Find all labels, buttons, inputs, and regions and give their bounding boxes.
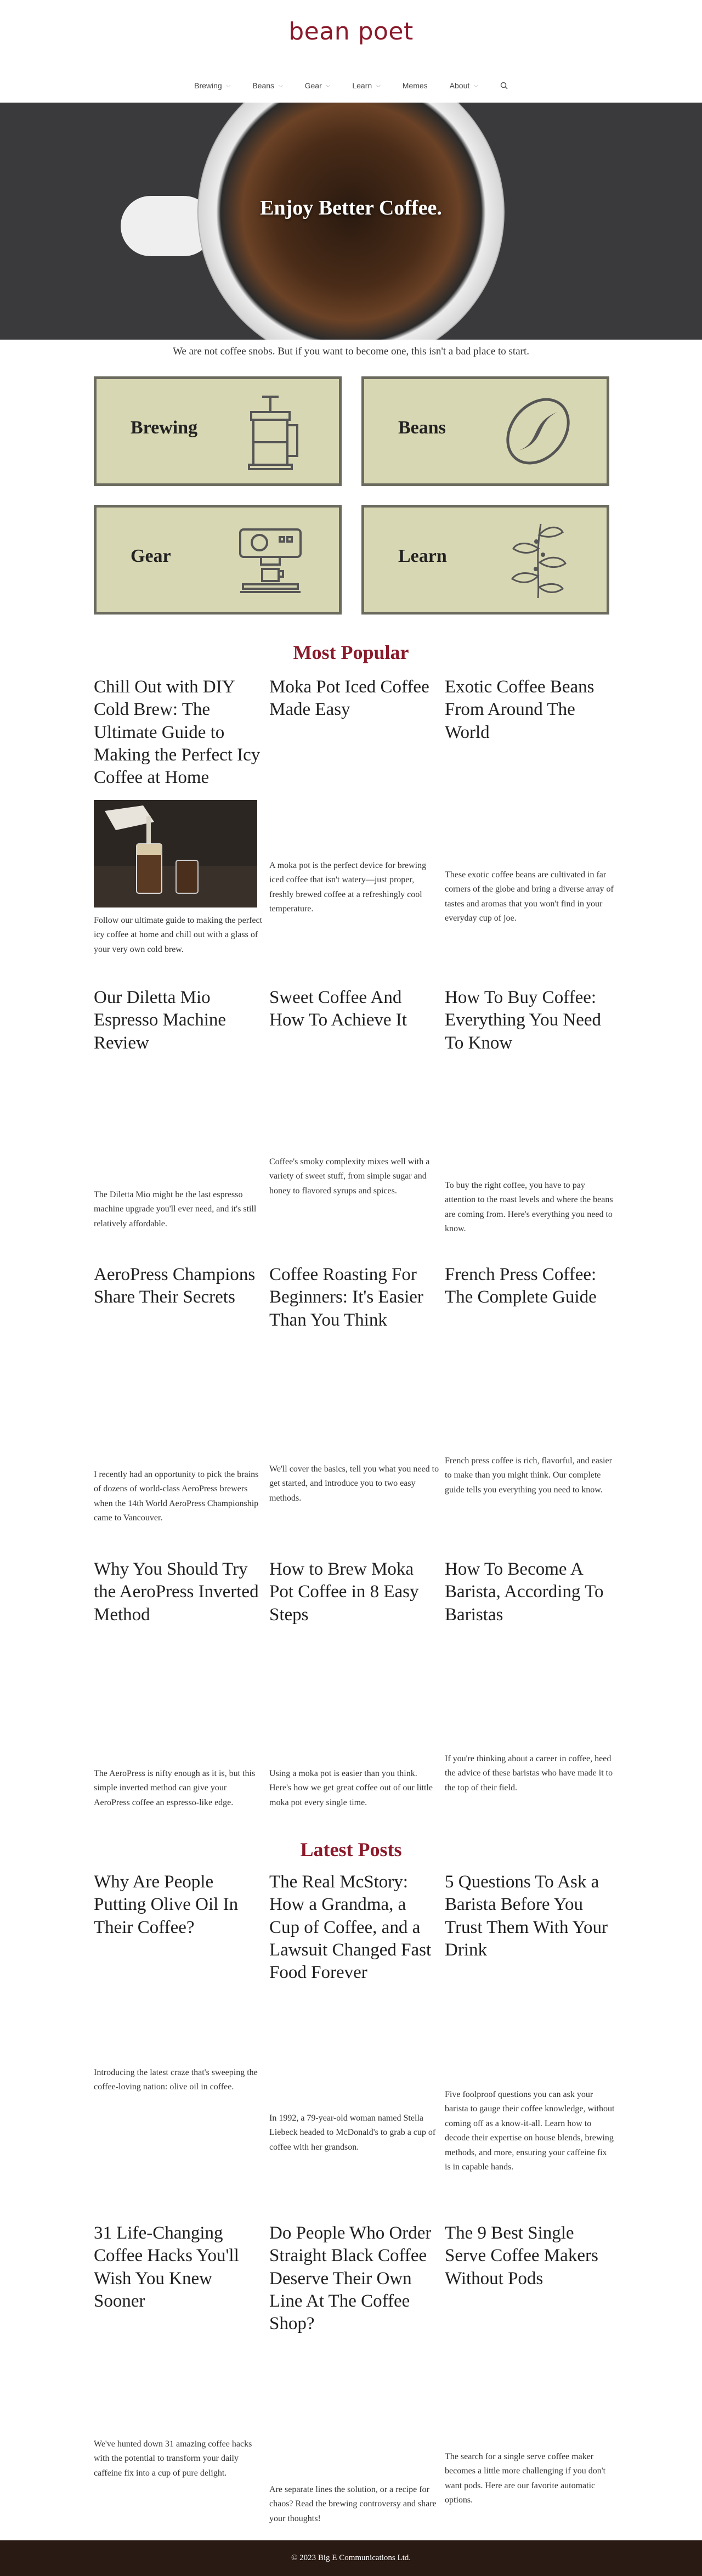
chevron-down-icon: ⌵	[376, 82, 381, 89]
post-title-link[interactable]: French Press Coffee: The Complete Guide	[445, 1264, 615, 1309]
post-card: Coffee Roasting For Beginners: It's Easi…	[269, 1264, 439, 1332]
section-title-most-popular: Most Popular	[293, 641, 409, 663]
post-title-link[interactable]: The 9 Best Single Serve Coffee Makers Wi…	[445, 2222, 615, 2290]
post-excerpt: A moka pot is the perfect device for bre…	[269, 861, 427, 914]
coffee-plant-icon	[511, 523, 567, 599]
post-card: The Real McStory: How a Grandma, a Cup o…	[269, 1871, 439, 1984]
post-title-link[interactable]: Exotic Coffee Beans From Around The Worl…	[445, 676, 615, 744]
post-card: Moka Pot Iced Coffee Made Easy	[269, 676, 439, 721]
search-button[interactable]	[500, 81, 508, 90]
post-title-link[interactable]: Chill Out with DIY Cold Brew: The Ultima…	[94, 676, 264, 789]
nav-item-memes[interactable]: Memes	[403, 81, 428, 90]
nav-item-label: Gear	[304, 81, 322, 90]
post-excerpt: Introducing the latest craze that's swee…	[94, 2068, 258, 2092]
post-excerpt: French press coffee is rich, flavorful, …	[445, 1456, 612, 1495]
post-title-link[interactable]: How To Become A Barista, According To Ba…	[445, 1558, 615, 1626]
post-card: 31 Life-Changing Coffee Hacks You'll Wis…	[94, 2222, 264, 2313]
post-thumbnail[interactable]	[94, 800, 257, 907]
nav-item-label: Learn	[352, 81, 372, 90]
post-card: AeroPress Champions Share Their Secrets	[94, 1264, 264, 1309]
nav-item-label: Memes	[402, 81, 428, 90]
category-label: Learn	[398, 546, 447, 566]
hero-banner: Enjoy Better Coffee.	[0, 103, 702, 340]
site-header: bean poet Brewing ⌵ Beans ⌵ Gear ⌵ Learn ⌵ M…	[0, 0, 702, 102]
post-excerpt: Coffee's smoky complexity mixes well wit…	[269, 1157, 430, 1196]
post-title-link[interactable]: Why Are People Putting Olive Oil In Thei…	[94, 1871, 264, 1939]
post-card: The 9 Best Single Serve Coffee Makers Wi…	[445, 2222, 615, 2290]
category-tile-beans[interactable]: Beans	[361, 376, 609, 486]
post-excerpt: To buy the right coffee, you have to pay…	[445, 1181, 613, 1234]
post-title-link[interactable]: The Real McStory: How a Grandma, a Cup o…	[269, 1871, 439, 1984]
chevron-down-icon: ⌵	[226, 82, 231, 89]
chevron-down-icon: ⌵	[279, 82, 283, 89]
cold-brew-photo	[94, 800, 257, 907]
post-excerpt: Are separate lines the solution, or a re…	[269, 2485, 437, 2523]
espresso-machine-icon	[239, 528, 302, 593]
nav-item-label: Brewing	[194, 81, 222, 90]
post-title-link[interactable]: Moka Pot Iced Coffee Made Easy	[269, 676, 439, 721]
post-excerpt: The search for a single serve coffee mak…	[445, 2452, 606, 2505]
post-excerpt: The Diletta Mio might be the last espres…	[94, 1190, 257, 1228]
coffee-cup-image	[197, 103, 505, 340]
category-label: Brewing	[131, 418, 198, 438]
post-title-link[interactable]: Do People Who Order Straight Black Coffe…	[269, 2222, 439, 2335]
nav-item-about[interactable]: About ⌵	[450, 81, 478, 90]
post-card: Our Diletta Mio Espresso Machine Review	[94, 987, 264, 1055]
post-card: Chill Out with DIY Cold Brew: The Ultima…	[94, 676, 264, 789]
post-card: Why Are People Putting Olive Oil In Thei…	[94, 1871, 264, 1939]
post-card: Sweet Coffee And How To Achieve It	[269, 987, 439, 1032]
category-tile-learn[interactable]: Learn	[361, 505, 609, 615]
site-logo[interactable]: bean poet	[0, 18, 702, 46]
nav-item-learn[interactable]: Learn ⌵	[352, 81, 380, 90]
search-icon	[500, 82, 508, 89]
nav-item-beans[interactable]: Beans ⌵	[252, 81, 282, 90]
site-tagline: We are not coffee snobs. But if you want…	[172, 346, 529, 357]
post-excerpt: I recently had an opportunity to pick th…	[94, 1470, 259, 1523]
post-title-link[interactable]: Coffee Roasting For Beginners: It's Easi…	[269, 1264, 439, 1332]
post-excerpt: Five foolproof questions you can ask you…	[445, 2090, 615, 2172]
category-label: Beans	[398, 418, 446, 438]
post-title-link[interactable]: How To Buy Coffee: Everything You Need T…	[445, 987, 615, 1055]
post-card: French Press Coffee: The Complete Guide	[445, 1264, 615, 1309]
site-footer: © 2023 Big E Communications Ltd.	[0, 2540, 702, 2576]
chevron-down-icon: ⌵	[474, 82, 478, 89]
french-press-icon	[248, 396, 298, 470]
nav-item-gear[interactable]: Gear ⌵	[305, 81, 331, 90]
category-tile-gear[interactable]: Gear	[94, 505, 342, 615]
post-excerpt: We've hunted down 31 amazing coffee hack…	[94, 2439, 252, 2478]
main-nav: Brewing ⌵ Beans ⌵ Gear ⌵ Learn ⌵ Memes About…	[0, 81, 702, 90]
post-excerpt: These exotic coffee beans are cultivated…	[445, 870, 614, 923]
post-card: How To Become A Barista, According To Ba…	[445, 1558, 615, 1626]
nav-item-label: Beans	[252, 81, 275, 90]
post-title-link[interactable]: 31 Life-Changing Coffee Hacks You'll Wis…	[94, 2222, 264, 2313]
post-excerpt: Follow our ultimate guide to making the …	[94, 916, 263, 954]
post-card: Exotic Coffee Beans From Around The Worl…	[445, 676, 615, 744]
post-card: How to Brew Moka Pot Coffee in 8 Easy St…	[269, 1558, 439, 1626]
chevron-down-icon: ⌵	[326, 82, 331, 89]
post-excerpt: We'll cover the basics, tell you what yo…	[269, 1464, 439, 1503]
post-title-link[interactable]: 5 Questions To Ask a Barista Before You …	[445, 1871, 615, 1961]
nav-item-label: About	[449, 81, 470, 90]
category-label: Gear	[131, 546, 171, 566]
post-card: 5 Questions To Ask a Barista Before You …	[445, 1871, 615, 1961]
post-title-link[interactable]: AeroPress Champions Share Their Secrets	[94, 1264, 264, 1309]
post-title-link[interactable]: Why You Should Try the AeroPress Inverte…	[94, 1558, 264, 1626]
post-title-link[interactable]: Sweet Coffee And How To Achieve It	[269, 987, 439, 1032]
post-excerpt: Using a moka pot is easier than you thin…	[269, 1769, 433, 1807]
section-title-latest-posts: Latest Posts	[300, 1839, 402, 1861]
post-card: How To Buy Coffee: Everything You Need T…	[445, 987, 615, 1055]
post-title-link[interactable]: Our Diletta Mio Espresso Machine Review	[94, 987, 264, 1055]
copyright-text: © 2023 Big E Communications Ltd.	[291, 2554, 411, 2562]
post-title-link[interactable]: How to Brew Moka Pot Coffee in 8 Easy St…	[269, 1558, 439, 1626]
post-excerpt: In 1992, a 79-year-old woman named Stell…	[269, 2113, 436, 2152]
post-card: Why You Should Try the AeroPress Inverte…	[94, 1558, 264, 1626]
nav-item-brewing[interactable]: Brewing ⌵	[194, 81, 230, 90]
post-card: Do People Who Order Straight Black Coffe…	[269, 2222, 439, 2335]
post-excerpt: If you're thinking about a career in cof…	[445, 1754, 613, 1793]
coffee-bean-icon	[506, 398, 570, 465]
category-tile-brewing[interactable]: Brewing	[94, 376, 342, 486]
hero-title: Enjoy Better Coffee.	[260, 196, 442, 219]
post-excerpt: The AeroPress is nifty enough as it is, …	[94, 1769, 256, 1807]
